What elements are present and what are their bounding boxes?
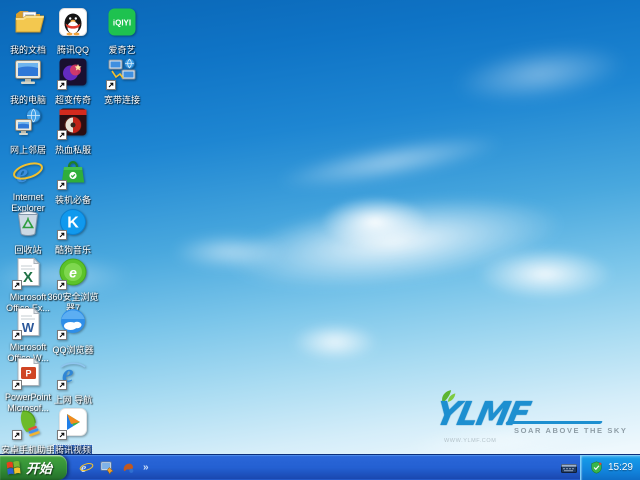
tray-security-icon[interactable] [590, 461, 603, 474]
svg-text:e: e [69, 265, 77, 281]
taskbar: 开始 e » 15:29 [0, 455, 640, 480]
svg-text:W: W [22, 320, 35, 335]
quick-launch-show-desktop-icon[interactable] [98, 458, 116, 477]
taskbar-right: 15:29 [558, 455, 640, 480]
desktop-icon-kugou-music[interactable]: K 酷狗音乐 [45, 206, 101, 258]
desktop-icon-game-legend[interactable]: 超变传奇 [45, 56, 101, 108]
360-browser-icon: e [56, 256, 90, 290]
start-button-label: 开始 [26, 461, 53, 476]
qq-icon [56, 6, 90, 40]
shortcut-arrow-icon [57, 280, 67, 290]
my-computer-icon [11, 56, 45, 90]
quick-launch-media-player-icon[interactable] [119, 458, 137, 477]
desktop-icon-broadband-connection[interactable]: 宽带连接 [94, 56, 150, 108]
shortcut-arrow-icon [57, 330, 67, 340]
network-places-icon [11, 106, 45, 140]
desktop-icon-label: 我的电脑 [9, 95, 46, 105]
svg-text:X: X [23, 269, 33, 286]
shortcut-arrow-icon [12, 430, 22, 440]
kugou-music-icon: K [56, 206, 90, 240]
desktop-icon-label: 腾讯QQ [56, 45, 89, 55]
desktop-icon-nav-e[interactable]: e 上网 导航 [45, 356, 101, 408]
shortcut-arrow-icon [12, 380, 22, 390]
powerpoint-icon: P [11, 356, 45, 390]
word-icon: W [11, 306, 45, 340]
nav-e-icon: e [56, 356, 90, 390]
desktop-icon-tencent-video[interactable]: 腾讯视频 [45, 406, 101, 458]
shortcut-arrow-icon [57, 180, 67, 190]
svg-text:K: K [67, 215, 79, 232]
desktop-icon-label: 酷狗音乐 [54, 245, 91, 255]
start-button[interactable]: 开始 [0, 455, 68, 480]
desktop-icon-grid: 我的文档 腾讯QQ iQIYI 爱奇艺 我的电脑 超变传奇 宽带连接 网上邻居 热血私服 e Int… [0, 0, 640, 480]
desktop: 我的文档 腾讯QQ iQIYI 爱奇艺 我的电脑 超变传奇 宽带连接 网上邻居 热血私服 e Int… [0, 0, 640, 480]
desktop-icon-qq-browser[interactable]: QQ浏览器 [45, 306, 101, 358]
qq-browser-icon [56, 306, 90, 340]
svg-text:P: P [25, 369, 31, 379]
desktop-icon-label: 上网 导航 [53, 395, 93, 405]
software-bag-icon [56, 156, 90, 190]
quick-launch-overflow-button[interactable]: » [140, 462, 152, 473]
desktop-icon-label: 超变传奇 [54, 95, 91, 105]
desktop-icon-label: 爱奇艺 [108, 45, 136, 55]
internet-explorer-icon: e [11, 156, 45, 190]
desktop-icon-label: 网上邻居 [9, 145, 46, 155]
shortcut-arrow-icon [57, 230, 67, 240]
desktop-icon-label: QQ浏览器 [52, 345, 94, 355]
input-method-keyboard-icon[interactable] [558, 455, 580, 480]
desktop-icon-iqiyi[interactable]: iQIYI 爱奇艺 [94, 6, 150, 58]
shortcut-arrow-icon [57, 430, 67, 440]
desktop-icon-label: 装机必备 [54, 195, 91, 205]
svg-text:e: e [80, 461, 86, 475]
desktop-icon-label: 回收站 [14, 245, 42, 255]
shortcut-arrow-icon [57, 130, 67, 140]
svg-text:e: e [16, 158, 28, 188]
game-hotblood-icon [56, 106, 90, 140]
svg-text:iQIYI: iQIYI [113, 19, 131, 28]
broadband-connection-icon [105, 56, 139, 90]
desktop-icon-label: 宽带连接 [103, 95, 140, 105]
quick-launch-internet-explorer-icon[interactable]: e [77, 458, 95, 477]
shortcut-arrow-icon [57, 380, 67, 390]
system-tray: 15:29 [579, 455, 640, 480]
desktop-icon-software-bag[interactable]: 装机必备 [45, 156, 101, 208]
desktop-icon-qq[interactable]: 腾讯QQ [45, 6, 101, 58]
quick-launch-bar: e » [67, 455, 156, 480]
tencent-video-icon [56, 406, 90, 440]
shortcut-arrow-icon [12, 280, 22, 290]
my-documents-icon [11, 6, 45, 40]
shortcut-arrow-icon [12, 330, 22, 340]
shortcut-arrow-icon [57, 80, 67, 90]
game-legend-icon [56, 56, 90, 90]
windows-logo-icon [5, 459, 22, 476]
recycle-bin-icon [11, 206, 45, 240]
desktop-icon-label: 热血私服 [54, 145, 91, 155]
tray-clock[interactable]: 15:29 [608, 462, 633, 473]
excel-icon: X [11, 256, 45, 290]
phone-assistant-icon [11, 406, 45, 440]
iqiyi-icon: iQIYI [105, 6, 139, 40]
desktop-icon-label: 我的文档 [9, 45, 46, 55]
desktop-icon-game-hotblood[interactable]: 热血私服 [45, 106, 101, 158]
shortcut-arrow-icon [106, 80, 116, 90]
